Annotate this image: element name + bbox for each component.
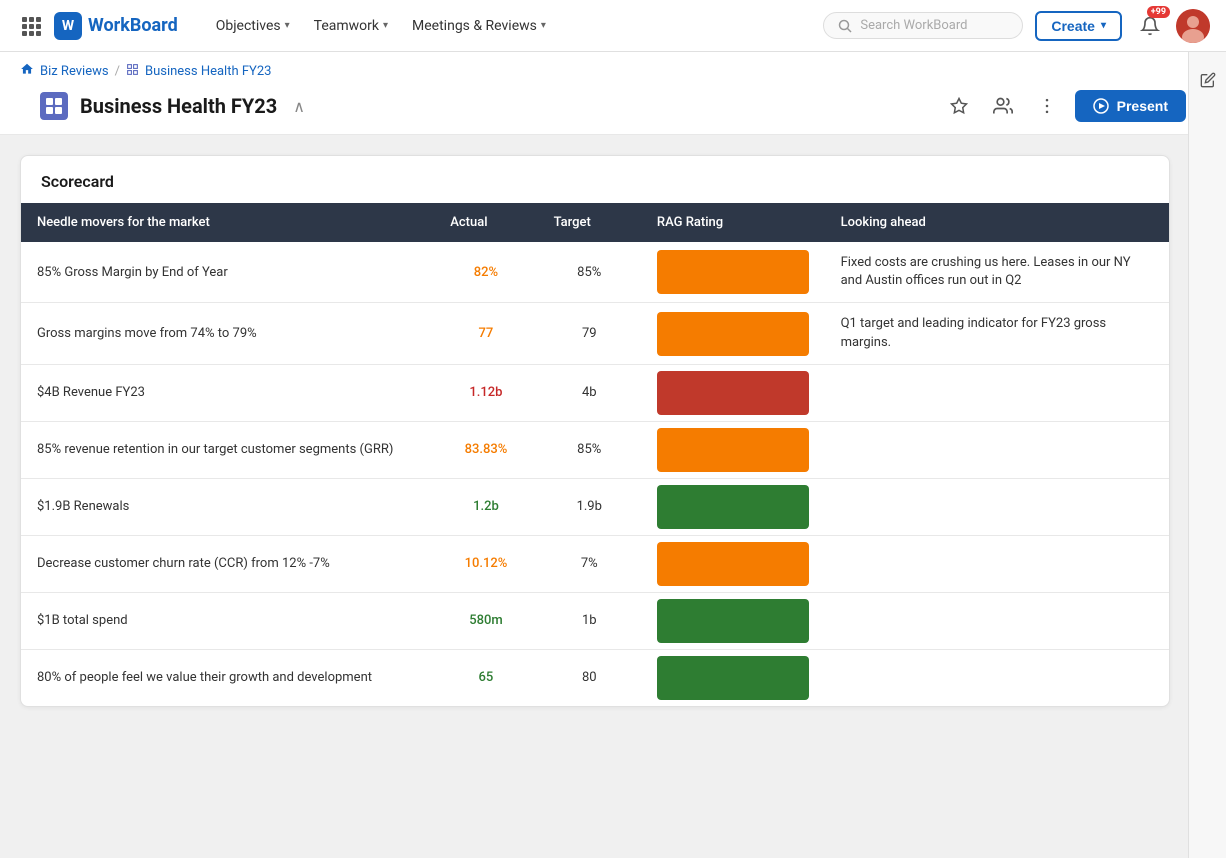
target-cell: 1.9b bbox=[538, 478, 641, 535]
breadcrumb-current-link[interactable]: Business Health FY23 bbox=[145, 64, 272, 79]
chevron-down-icon: ▾ bbox=[1101, 20, 1106, 31]
page-icon bbox=[40, 92, 68, 120]
rag-cell bbox=[641, 242, 825, 303]
avatar[interactable]: U bbox=[1176, 9, 1210, 43]
scorecard-title: Scorecard bbox=[21, 156, 1169, 203]
rag-cell bbox=[641, 592, 825, 649]
target-cell: 85% bbox=[538, 242, 641, 303]
needle-cell: Decrease customer churn rate (CCR) from … bbox=[21, 535, 434, 592]
looking-ahead-cell: Fixed costs are crushing us here. Leases… bbox=[825, 242, 1169, 303]
actual-cell: 82% bbox=[434, 242, 537, 303]
table-row: 85% Gross Margin by End of Year82%85% Fix… bbox=[21, 242, 1169, 303]
nav-menu: Objectives ▾ Teamwork ▾ Meetings & Revie… bbox=[206, 12, 824, 40]
needle-cell: 85% Gross Margin by End of Year bbox=[21, 242, 434, 303]
nav-objectives[interactable]: Objectives ▾ bbox=[206, 12, 300, 40]
target-cell: 7% bbox=[538, 535, 641, 592]
breadcrumb-bar: Biz Reviews / Business Health FY23 Busin… bbox=[0, 52, 1226, 135]
present-button[interactable]: Present bbox=[1075, 90, 1186, 122]
actual-cell: 580m bbox=[434, 592, 537, 649]
page-title: Business Health FY23 bbox=[80, 94, 277, 118]
needle-cell: 85% revenue retention in our target cust… bbox=[21, 421, 434, 478]
looking-ahead-cell: Q1 target and leading indicator for FY23… bbox=[825, 303, 1169, 364]
col-header-rag: RAG Rating bbox=[641, 203, 825, 242]
table-row: Gross margins move from 74% to 79%7779 Q1… bbox=[21, 303, 1169, 364]
needle-cell: $1B total spend bbox=[21, 592, 434, 649]
looking-ahead-cell bbox=[825, 478, 1169, 535]
table-row: 85% revenue retention in our target cust… bbox=[21, 421, 1169, 478]
rag-cell bbox=[641, 303, 825, 364]
breadcrumb-home-link[interactable]: Biz Reviews bbox=[40, 64, 109, 79]
apps-grid-icon[interactable] bbox=[16, 11, 46, 41]
main-content: Scorecard Needle movers for the market A… bbox=[0, 135, 1226, 735]
looking-ahead-cell bbox=[825, 421, 1169, 478]
target-cell: 1b bbox=[538, 592, 641, 649]
table-row: Decrease customer churn rate (CCR) from … bbox=[21, 535, 1169, 592]
workboard-logo[interactable]: W WorkBoard bbox=[54, 12, 178, 40]
table-header-row: Needle movers for the market Actual Targ… bbox=[21, 203, 1169, 242]
needle-cell: 80% of people feel we value their growth… bbox=[21, 649, 434, 706]
chevron-down-icon: ▾ bbox=[285, 20, 290, 31]
chevron-down-icon: ▾ bbox=[541, 20, 546, 31]
notification-badge: +99 bbox=[1147, 6, 1170, 18]
right-panel bbox=[1188, 52, 1226, 858]
actual-cell: 83.83% bbox=[434, 421, 537, 478]
title-chevron-icon[interactable]: ∧ bbox=[293, 97, 305, 116]
breadcrumb-separator: / bbox=[115, 64, 120, 79]
actual-cell: 1.2b bbox=[434, 478, 537, 535]
col-header-actual: Actual bbox=[434, 203, 537, 242]
actual-cell: 65 bbox=[434, 649, 537, 706]
create-button[interactable]: Create ▾ bbox=[1035, 11, 1122, 41]
actual-cell: 1.12b bbox=[434, 364, 537, 421]
search-input[interactable]: Search WorkBoard bbox=[823, 12, 1023, 39]
col-header-needle: Needle movers for the market bbox=[21, 203, 434, 242]
target-cell: 85% bbox=[538, 421, 641, 478]
target-cell: 80 bbox=[538, 649, 641, 706]
home-icon bbox=[20, 62, 34, 80]
rag-cell bbox=[641, 478, 825, 535]
edit-icon[interactable] bbox=[1192, 64, 1224, 96]
looking-ahead-cell bbox=[825, 364, 1169, 421]
needle-cell: $4B Revenue FY23 bbox=[21, 364, 434, 421]
notifications-button[interactable]: +99 bbox=[1134, 10, 1166, 42]
col-header-target: Target bbox=[538, 203, 641, 242]
target-cell: 79 bbox=[538, 303, 641, 364]
needle-cell: $1.9B Renewals bbox=[21, 478, 434, 535]
rag-cell bbox=[641, 421, 825, 478]
needle-cell: Gross margins move from 74% to 79% bbox=[21, 303, 434, 364]
actual-cell: 77 bbox=[434, 303, 537, 364]
table-row: $1B total spend580m1b bbox=[21, 592, 1169, 649]
rag-cell bbox=[641, 649, 825, 706]
page-header-actions: Present bbox=[943, 90, 1186, 122]
people-icon[interactable] bbox=[987, 90, 1019, 122]
table-row: $1.9B Renewals1.2b1.9b bbox=[21, 478, 1169, 535]
table-row: 80% of people feel we value their growth… bbox=[21, 649, 1169, 706]
logo-icon: W bbox=[54, 12, 82, 40]
scorecard-table: Needle movers for the market Actual Targ… bbox=[21, 203, 1169, 706]
chevron-down-icon: ▾ bbox=[383, 20, 388, 31]
actual-cell: 10.12% bbox=[434, 535, 537, 592]
scorecard-card: Scorecard Needle movers for the market A… bbox=[20, 155, 1170, 707]
breadcrumb-icon bbox=[126, 63, 139, 80]
looking-ahead-cell bbox=[825, 535, 1169, 592]
nav-meetings[interactable]: Meetings & Reviews ▾ bbox=[402, 12, 556, 40]
nav-teamwork[interactable]: Teamwork ▾ bbox=[304, 12, 398, 40]
target-cell: 4b bbox=[538, 364, 641, 421]
more-options-icon[interactable] bbox=[1031, 90, 1063, 122]
breadcrumb: Biz Reviews / Business Health FY23 bbox=[20, 62, 1206, 80]
logo-text: WorkBoard bbox=[88, 15, 178, 36]
top-navigation: W WorkBoard Objectives ▾ Teamwork ▾ Meet… bbox=[0, 0, 1226, 52]
rag-cell bbox=[641, 364, 825, 421]
pin-icon[interactable] bbox=[943, 90, 975, 122]
looking-ahead-cell bbox=[825, 592, 1169, 649]
rag-cell bbox=[641, 535, 825, 592]
col-header-looking: Looking ahead bbox=[825, 203, 1169, 242]
looking-ahead-cell bbox=[825, 649, 1169, 706]
page-header: Business Health FY23 ∧ Present bbox=[20, 90, 1206, 134]
table-row: $4B Revenue FY231.12b4b bbox=[21, 364, 1169, 421]
